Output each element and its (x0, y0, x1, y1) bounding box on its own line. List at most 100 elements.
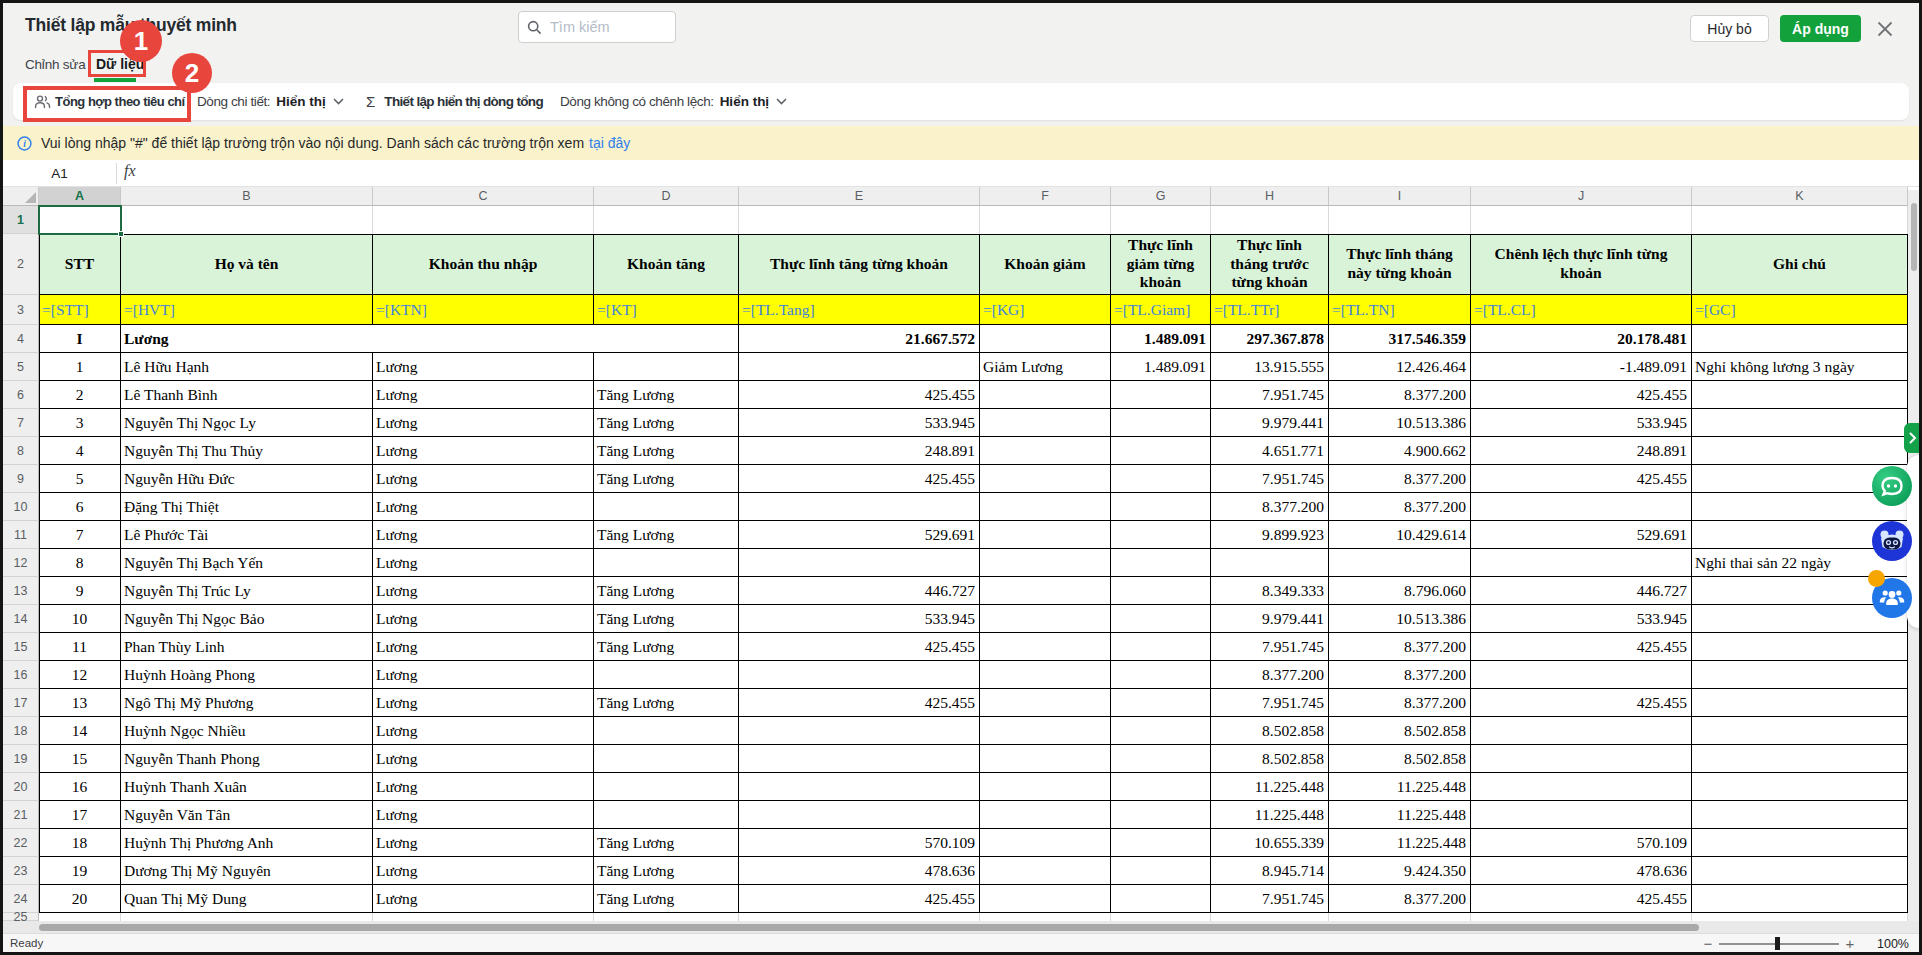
cell-E22[interactable]: 570.109 (739, 829, 980, 857)
cell-F11[interactable] (980, 521, 1111, 549)
column-header-I[interactable]: I (1329, 187, 1471, 206)
row-header-10[interactable]: 10 (3, 493, 39, 521)
row-header-14[interactable]: 14 (3, 605, 39, 633)
cell-C14[interactable]: Lương (373, 605, 594, 633)
cell-E13[interactable]: 446.727 (739, 577, 980, 605)
cell-H11[interactable]: 9.899.923 (1211, 521, 1329, 549)
cell-E24[interactable]: 425.455 (739, 885, 980, 913)
cell-C13[interactable]: Lương (373, 577, 594, 605)
cell-A11[interactable]: 7 (39, 521, 121, 549)
cell-H23[interactable]: 8.945.714 (1211, 857, 1329, 885)
cell-I13[interactable]: 8.796.060 (1329, 577, 1471, 605)
cell-K5[interactable]: Nghỉ không lương 3 ngày (1692, 353, 1908, 381)
cell-G25[interactable] (1111, 913, 1211, 921)
cell-G14[interactable] (1111, 605, 1211, 633)
cell-E19[interactable] (739, 745, 980, 773)
cell-D14[interactable]: Tăng Lương (594, 605, 739, 633)
horizontal-scrollbar-thumb[interactable] (39, 924, 1699, 931)
cell-A10[interactable]: 6 (39, 493, 121, 521)
cell-E23[interactable]: 478.636 (739, 857, 980, 885)
cell-K25[interactable] (1692, 913, 1908, 921)
row-header-23[interactable]: 23 (3, 857, 39, 885)
cell-K23[interactable] (1692, 857, 1908, 885)
cell-K20[interactable] (1692, 773, 1908, 801)
cell-H5[interactable]: 13.915.555 (1211, 353, 1329, 381)
cell-E2[interactable]: Thực lĩnh tăng từng khoản (739, 234, 980, 295)
cell-D25[interactable] (594, 913, 739, 921)
cell-B4[interactable]: Lương (121, 325, 739, 353)
cell-G22[interactable] (1111, 829, 1211, 857)
cell-D8[interactable]: Tăng Lương (594, 437, 739, 465)
cell-C21[interactable]: Lương (373, 801, 594, 829)
cell-K18[interactable] (1692, 717, 1908, 745)
cell-C12[interactable]: Lương (373, 549, 594, 577)
group-by-criteria-button[interactable]: Tổng hợp theo tiêu chí (34, 83, 185, 120)
cell-B9[interactable]: Nguyễn Hữu Đức (121, 465, 373, 493)
close-button[interactable] (1872, 16, 1898, 42)
cell-D6[interactable]: Tăng Lương (594, 381, 739, 409)
row-header-19[interactable]: 19 (3, 745, 39, 773)
cell-I19[interactable]: 8.502.858 (1329, 745, 1471, 773)
cell-D7[interactable]: Tăng Lương (594, 409, 739, 437)
cell-B7[interactable]: Nguyễn Thị Ngọc Ly (121, 409, 373, 437)
column-header-A[interactable]: A (39, 187, 121, 206)
cell-A19[interactable]: 15 (39, 745, 121, 773)
cell-E14[interactable]: 533.945 (739, 605, 980, 633)
cell-E9[interactable]: 425.455 (739, 465, 980, 493)
cell-H18[interactable]: 8.502.858 (1211, 717, 1329, 745)
cancel-button[interactable]: Hủy bỏ (1690, 15, 1769, 42)
vertical-scrollbar-thumb[interactable] (1911, 203, 1917, 271)
cell-F5[interactable]: Giảm Lương (980, 353, 1111, 381)
info-link[interactable]: tại đây (589, 135, 630, 151)
cell-I16[interactable]: 8.377.200 (1329, 661, 1471, 689)
cell-F16[interactable] (980, 661, 1111, 689)
column-header-F[interactable]: F (980, 187, 1111, 206)
zoom-out-button[interactable]: − (1699, 935, 1717, 952)
cell-F8[interactable] (980, 437, 1111, 465)
cell-G11[interactable] (1111, 521, 1211, 549)
cell-F24[interactable] (980, 885, 1111, 913)
cell-D21[interactable] (594, 801, 739, 829)
cell-A22[interactable]: 18 (39, 829, 121, 857)
cell-F6[interactable] (980, 381, 1111, 409)
cell-I10[interactable]: 8.377.200 (1329, 493, 1471, 521)
cell-K4[interactable] (1692, 325, 1908, 353)
cell-E6[interactable]: 425.455 (739, 381, 980, 409)
cell-C2[interactable]: Khoản thu nhập (373, 234, 594, 295)
cell-B17[interactable]: Ngô Thị Mỹ Phương (121, 689, 373, 717)
cell-H3[interactable]: =[TL.TTr] (1211, 295, 1329, 325)
cell-F12[interactable] (980, 549, 1111, 577)
cell-F22[interactable] (980, 829, 1111, 857)
cell-G15[interactable] (1111, 633, 1211, 661)
cell-B21[interactable]: Nguyễn Văn Tân (121, 801, 373, 829)
cell-J6[interactable]: 425.455 (1471, 381, 1692, 409)
row-header-18[interactable]: 18 (3, 717, 39, 745)
select-all-corner[interactable] (3, 187, 39, 206)
row-header-22[interactable]: 22 (3, 829, 39, 857)
cell-K8[interactable] (1692, 437, 1908, 465)
cell-F4[interactable] (980, 325, 1111, 353)
row-header-17[interactable]: 17 (3, 689, 39, 717)
cell-C24[interactable]: Lương (373, 885, 594, 913)
cell-A16[interactable]: 12 (39, 661, 121, 689)
cell-I7[interactable]: 10.513.386 (1329, 409, 1471, 437)
cell-D13[interactable]: Tăng Lương (594, 577, 739, 605)
cell-D5[interactable] (594, 353, 739, 381)
row-header-9[interactable]: 9 (3, 465, 39, 493)
cell-B6[interactable]: Lê Thanh Bình (121, 381, 373, 409)
cell-E18[interactable] (739, 717, 980, 745)
cell-A6[interactable]: 2 (39, 381, 121, 409)
cell-B8[interactable]: Nguyễn Thị Thu Thủy (121, 437, 373, 465)
tab-edit[interactable]: Chỉnh sửa (25, 57, 86, 72)
cell-I8[interactable]: 4.900.662 (1329, 437, 1471, 465)
cell-J17[interactable]: 425.455 (1471, 689, 1692, 717)
cell-F1[interactable] (980, 206, 1111, 234)
cell-E5[interactable] (739, 353, 980, 381)
cell-D22[interactable]: Tăng Lương (594, 829, 739, 857)
cell-E1[interactable] (739, 206, 980, 234)
cell-K3[interactable]: =[GC] (1692, 295, 1908, 325)
row-header-4[interactable]: 4 (3, 325, 39, 353)
cell-G20[interactable] (1111, 773, 1211, 801)
cell-C19[interactable]: Lương (373, 745, 594, 773)
cell-F17[interactable] (980, 689, 1111, 717)
